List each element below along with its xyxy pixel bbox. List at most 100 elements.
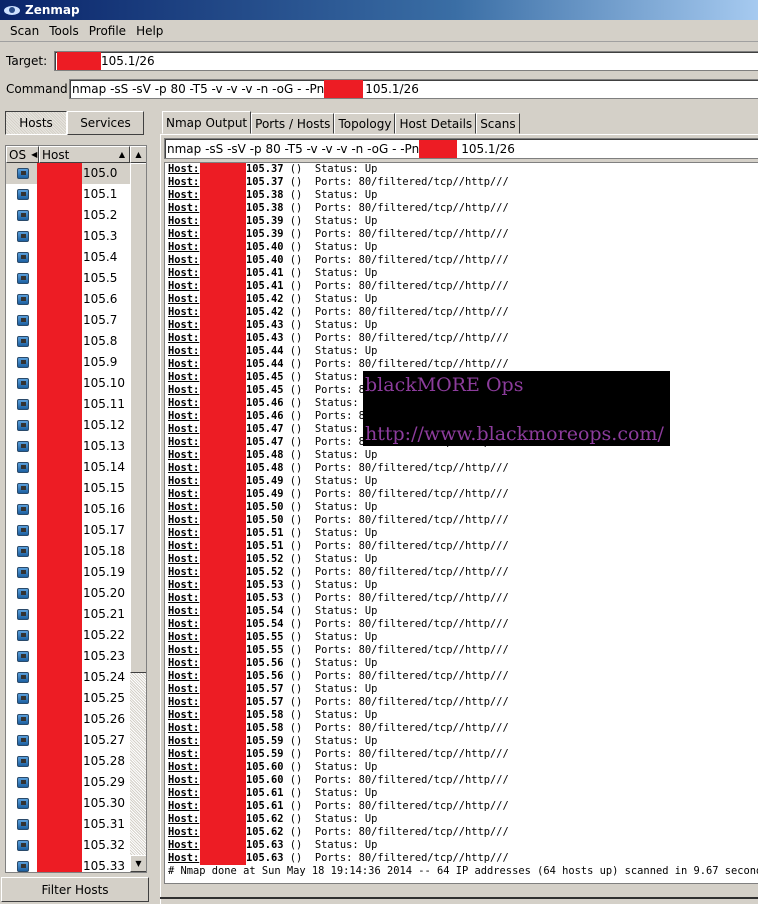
host-link[interactable]: Host: [168,280,200,293]
host-list-item[interactable]: 105.8 [6,331,130,352]
scroll-down-button[interactable]: ▼ [130,855,146,872]
host-link[interactable]: Host: [168,475,200,488]
host-link[interactable]: Host: [168,384,200,397]
output-command-select[interactable]: nmap -sS -sV -p 80 -T5 -v -v -v -n -oG -… [164,138,758,159]
host-link[interactable]: Host: [168,163,200,176]
host-link[interactable]: Host: [168,527,200,540]
host-link[interactable]: Host: [168,397,200,410]
host-list-item[interactable]: 105.14 [6,457,130,478]
host-list-item[interactable]: 105.23 [6,646,130,667]
host-link[interactable]: Host: [168,670,200,683]
host-list-item[interactable]: 105.30 [6,793,130,814]
host-list-item[interactable]: 105.19 [6,562,130,583]
host-link[interactable]: Host: [168,202,200,215]
host-link[interactable]: Host: [168,358,200,371]
host-link[interactable]: Host: [168,267,200,280]
menu-scan[interactable]: Scan [10,24,39,38]
filter-hosts-button[interactable]: Filter Hosts [1,877,149,902]
host-list-item[interactable]: 105.20 [6,583,130,604]
host-list-item[interactable]: 105.6 [6,289,130,310]
host-link[interactable]: Host: [168,644,200,657]
host-link[interactable]: Host: [168,852,200,865]
host-list-item[interactable]: 105.9 [6,352,130,373]
host-link[interactable]: Host: [168,813,200,826]
tab-nmap-output[interactable]: Nmap Output [162,111,252,134]
host-list-item[interactable]: 105.5 [6,268,130,289]
host-link[interactable]: Host: [168,423,200,436]
host-list-item[interactable]: 105.33 [6,856,130,872]
host-link[interactable]: Host: [168,709,200,722]
host-list-item[interactable]: 105.16 [6,499,130,520]
host-link[interactable]: Host: [168,540,200,553]
host-link[interactable]: Host: [168,410,200,423]
host-link[interactable]: Host: [168,605,200,618]
host-link[interactable]: Host: [168,787,200,800]
host-link[interactable]: Host: [168,631,200,644]
host-link[interactable]: Host: [168,293,200,306]
host-list-item[interactable]: 105.27 [6,730,130,751]
host-link[interactable]: Host: [168,618,200,631]
host-list-item[interactable]: 105.18 [6,541,130,562]
services-toggle-button[interactable]: Services [67,111,144,135]
host-list-item[interactable]: 105.24 [6,667,130,688]
host-link[interactable]: Host: [168,800,200,813]
host-list-item[interactable]: 105.21 [6,604,130,625]
host-list-item[interactable]: 105.1 [6,184,130,205]
host-link[interactable]: Host: [168,241,200,254]
host-link[interactable]: Host: [168,228,200,241]
host-list-item[interactable]: 105.25 [6,688,130,709]
host-link[interactable]: Host: [168,683,200,696]
host-link[interactable]: Host: [168,579,200,592]
host-link[interactable]: Host: [168,371,200,384]
host-list-item[interactable]: 105.4 [6,247,130,268]
host-link[interactable]: Host: [168,826,200,839]
host-link[interactable]: Host: [168,735,200,748]
host-list-item[interactable]: 105.29 [6,772,130,793]
hosts-toggle-button[interactable]: Hosts [5,111,67,135]
menu-profile[interactable]: Profile [89,24,126,38]
host-list-item[interactable]: 105.15 [6,478,130,499]
host-list-item[interactable]: 105.31 [6,814,130,835]
host-link[interactable]: Host: [168,696,200,709]
host-list-item[interactable]: 105.10 [6,373,130,394]
command-input[interactable]: nmap -sS -sV -p 80 -T5 -v -v -v -n -oG -… [69,79,758,99]
host-list-item[interactable]: 105.3 [6,226,130,247]
menu-tools[interactable]: Tools [49,24,79,38]
host-list-item[interactable]: 105.11 [6,394,130,415]
host-list-item[interactable]: 105.12 [6,415,130,436]
host-link[interactable]: Host: [168,189,200,202]
host-link[interactable]: Host: [168,449,200,462]
host-link[interactable]: Host: [168,514,200,527]
host-link[interactable]: Host: [168,462,200,475]
host-link[interactable]: Host: [168,254,200,267]
host-link[interactable]: Host: [168,176,200,189]
host-list-item[interactable]: 105.0 [6,163,130,184]
target-input[interactable]: 105.1/26 [54,51,758,71]
tab-ports-hosts[interactable]: Ports / Hosts [251,113,335,134]
scroll-up-button[interactable]: ▲ [130,146,146,163]
host-link[interactable]: Host: [168,215,200,228]
host-link[interactable]: Host: [168,761,200,774]
host-list-scrollbar[interactable]: ▲ ▼ [130,146,146,872]
host-list-item[interactable]: 105.32 [6,835,130,856]
host-link[interactable]: Host: [168,722,200,735]
host-list-item[interactable]: 105.7 [6,310,130,331]
host-link[interactable]: Host: [168,553,200,566]
host-link[interactable]: Host: [168,566,200,579]
host-link[interactable]: Host: [168,436,200,449]
host-link[interactable]: Host: [168,488,200,501]
tab-topology[interactable]: Topology [334,113,396,134]
host-list-item[interactable]: 105.17 [6,520,130,541]
host-link[interactable]: Host: [168,592,200,605]
host-link[interactable]: Host: [168,839,200,852]
host-link[interactable]: Host: [168,774,200,787]
host-link[interactable]: Host: [168,748,200,761]
host-list-item[interactable]: 105.2 [6,205,130,226]
host-list-item[interactable]: 105.22 [6,625,130,646]
host-link[interactable]: Host: [168,501,200,514]
host-link[interactable]: Host: [168,332,200,345]
tab-scans[interactable]: Scans [476,113,520,134]
host-link[interactable]: Host: [168,319,200,332]
host-link[interactable]: Host: [168,345,200,358]
host-link[interactable]: Host: [168,657,200,670]
